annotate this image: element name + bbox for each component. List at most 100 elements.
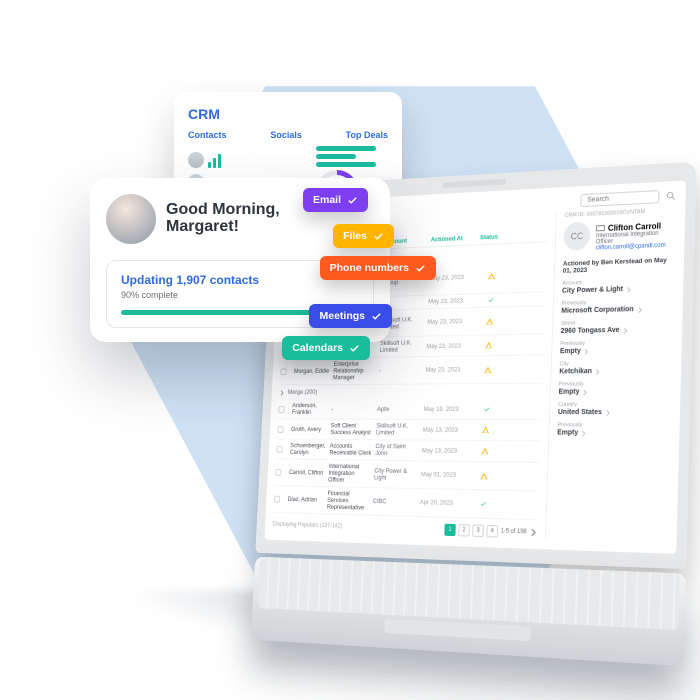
cell-title: Financial Services Representative bbox=[327, 490, 370, 512]
cell-actioned: May 13, 2023 bbox=[423, 426, 469, 433]
pager-info-label: Displaying Populars (137-142) bbox=[273, 522, 343, 530]
chevron-right-icon bbox=[626, 286, 632, 292]
detail-crm-id: CRM ID: 000791000019CVNTAM bbox=[564, 207, 676, 218]
page-button[interactable]: 2 bbox=[458, 524, 470, 536]
mail-icon bbox=[596, 225, 605, 231]
tag-phone[interactable]: Phone numbers bbox=[320, 256, 436, 280]
group-label: Merge (200) bbox=[288, 389, 318, 396]
table-row[interactable]: Groth, Avery Soft Client Success Analyst… bbox=[277, 419, 541, 441]
chevron-right-icon bbox=[637, 306, 643, 312]
cell-account: - bbox=[379, 367, 422, 374]
check-icon bbox=[373, 231, 384, 242]
cell-actioned: May 23, 2023 bbox=[427, 318, 473, 326]
deal-bar bbox=[316, 162, 376, 167]
pager-next-icon[interactable] bbox=[529, 528, 537, 536]
cell-actioned: May 13, 2023 bbox=[422, 447, 468, 454]
crm-header-socials: Socials bbox=[270, 130, 302, 140]
chevron-right-icon bbox=[584, 348, 590, 354]
check-icon bbox=[347, 195, 358, 206]
cell-name: Schoenberger, Carolyn bbox=[290, 442, 327, 456]
cell-name: Morgan, Eddie bbox=[294, 368, 330, 375]
search-input[interactable] bbox=[580, 190, 659, 207]
pager-summary: 1-5 of 198 bbox=[501, 528, 527, 535]
th-status[interactable]: Status bbox=[480, 233, 506, 241]
cell-title: Soft Client Success Analyst bbox=[330, 423, 373, 437]
chevron-right-icon bbox=[605, 409, 611, 415]
row-checkbox[interactable] bbox=[278, 406, 284, 413]
cell-account: Aptiv bbox=[377, 406, 420, 413]
cell-title: Accounts Receivable Clerk bbox=[329, 443, 372, 457]
warning-icon bbox=[485, 341, 493, 349]
check-icon bbox=[415, 263, 426, 274]
page-button[interactable]: 1 bbox=[444, 524, 456, 536]
laptop-notch bbox=[442, 179, 506, 188]
warning-icon bbox=[481, 447, 489, 455]
tag-email[interactable]: Email bbox=[303, 188, 368, 212]
cell-account: CIBC bbox=[373, 498, 417, 506]
th-actioned[interactable]: Actioned At bbox=[431, 235, 477, 244]
cell-name: Diaz, Adrian bbox=[287, 496, 323, 504]
crm-column-headers: Contacts Socials Top Deals bbox=[188, 130, 388, 140]
detail-field: Street 2960 Tongass Ave bbox=[561, 318, 674, 335]
tag-files[interactable]: Files bbox=[333, 224, 394, 248]
cell-title: Enterprise Relationship Manager bbox=[333, 361, 376, 382]
search-icon bbox=[665, 190, 676, 202]
updating-percent: 90% complete bbox=[121, 290, 359, 300]
cell-name: Carroll, Clifton bbox=[289, 469, 325, 476]
table-row[interactable]: Diaz, Adrian Financial Services Represen… bbox=[273, 486, 538, 520]
row-checkbox[interactable] bbox=[276, 446, 282, 453]
contact-avatar bbox=[188, 152, 204, 168]
deal-bar bbox=[316, 154, 356, 159]
chevron-right-icon bbox=[622, 327, 628, 333]
row-checkbox[interactable] bbox=[277, 426, 283, 433]
contact-detail-pane: CRM ID: 000791000019CVNTAM CC Clifton Ca… bbox=[545, 207, 676, 542]
cell-account: Skillsoft U.K. Limited bbox=[376, 423, 420, 437]
cell-actioned: May 23, 2023 bbox=[428, 297, 474, 305]
row-checkbox[interactable] bbox=[275, 469, 281, 476]
table-row[interactable]: Anderson, Franklin - Aptiv May 19, 2023 bbox=[278, 399, 542, 420]
page-button[interactable]: 3 bbox=[472, 525, 484, 538]
check-icon bbox=[349, 343, 360, 354]
cell-account: City of Saint John bbox=[375, 443, 419, 457]
detail-field: Previously Microsoft Corporation bbox=[561, 298, 674, 315]
table-pagination: Displaying Populars (137-142) 1 2 3 4 1-… bbox=[272, 519, 537, 539]
cell-actioned: May 19, 2023 bbox=[424, 406, 470, 413]
check-icon bbox=[479, 500, 486, 507]
warning-icon bbox=[488, 272, 496, 280]
page-button[interactable]: 4 bbox=[486, 525, 498, 538]
warning-icon bbox=[486, 317, 494, 325]
warning-icon bbox=[484, 366, 492, 374]
warning-icon bbox=[482, 426, 490, 434]
warning-icon bbox=[480, 472, 488, 480]
cell-actioned: May 23, 2023 bbox=[425, 366, 471, 373]
check-icon bbox=[483, 405, 490, 412]
deal-bar bbox=[316, 146, 376, 151]
cell-actioned: Apr 20, 2023 bbox=[420, 499, 466, 507]
laptop-keyboard bbox=[251, 557, 686, 667]
crm-title: CRM bbox=[188, 106, 388, 122]
cell-name: Anderson, Franklin bbox=[292, 402, 329, 415]
detail-field: City Ketchikan bbox=[559, 360, 672, 376]
detail-field: Previously Empty bbox=[557, 422, 670, 437]
row-checkbox[interactable] bbox=[280, 368, 286, 375]
cell-account: Skillsoft U.K. Limited bbox=[380, 340, 423, 354]
chevron-right-icon bbox=[581, 430, 587, 436]
cell-title: International Integration Officer bbox=[328, 463, 371, 484]
tag-calendars[interactable]: Calendars bbox=[282, 336, 370, 360]
greeting-title: Good Morning,Margaret! bbox=[166, 202, 280, 236]
cell-account: City Power & Light bbox=[374, 467, 418, 482]
cell-title: - bbox=[331, 406, 373, 413]
user-avatar bbox=[106, 194, 156, 244]
detail-field: Previously Empty bbox=[560, 339, 673, 355]
detail-actioned: Actioned by Ben Kerstead on May 01, 2023 bbox=[563, 257, 675, 275]
row-checkbox[interactable] bbox=[274, 496, 280, 503]
cell-actioned: May 23, 2023 bbox=[426, 342, 472, 350]
crm-header-topdeals: Top Deals bbox=[346, 130, 388, 140]
cell-actioned: May 01, 2023 bbox=[421, 471, 467, 479]
table-group-merge[interactable]: Merge (200) bbox=[279, 384, 542, 400]
chevron-right-icon bbox=[595, 368, 601, 374]
detail-field: Country United States bbox=[558, 402, 671, 417]
detail-field: Previously Empty bbox=[558, 381, 671, 396]
tag-meetings[interactable]: Meetings bbox=[309, 304, 392, 328]
check-icon bbox=[371, 311, 382, 322]
